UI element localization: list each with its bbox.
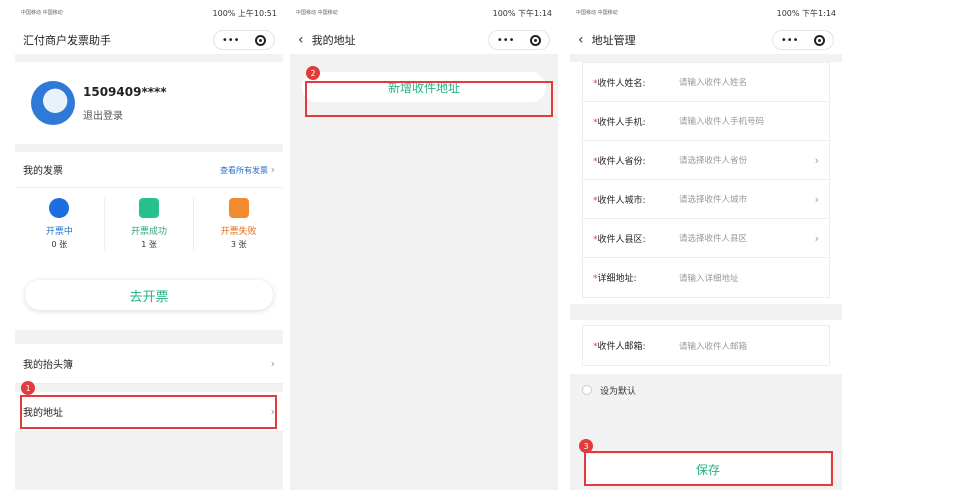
status-bar: 中国移动 中国移动 100% 上午10:51: [15, 0, 283, 26]
carrier-label: 中国移动 中国移动: [576, 10, 618, 16]
phone-screen-my-address: 中国移动 中国移动 100% 下午1:14 ‹ 我的地址 ••• 新增收件地址: [290, 0, 558, 490]
menu-item-label: 我的抬头簿: [23, 360, 73, 371]
mini-program-capsule[interactable]: •••: [772, 30, 834, 50]
clock: 上午10:51: [237, 8, 277, 18]
recipient-city-select[interactable]: *收件人城市: 请选择收件人城市 ›: [583, 180, 829, 219]
province-placeholder: 请选择收件人省份: [679, 156, 748, 166]
highlight-box-1: [20, 395, 277, 429]
document-icon: [228, 198, 249, 218]
set-default-toggle[interactable]: 设为默认: [570, 374, 842, 406]
back-arrow-icon[interactable]: ‹: [578, 32, 584, 48]
close-target-icon[interactable]: [530, 34, 542, 46]
more-icon[interactable]: •••: [497, 35, 515, 46]
more-icon[interactable]: •••: [781, 35, 799, 46]
highlight-box-3: [584, 451, 833, 486]
battery-level: 100%: [776, 8, 800, 18]
stat-label: 开票失败: [220, 227, 257, 237]
invoice-action-area: 去开票: [15, 260, 283, 330]
clock-icon: [49, 198, 70, 218]
chevron-right-icon: ›: [814, 231, 819, 245]
email-form: *收件人邮箱: 请输入收件人邮箱: [582, 325, 830, 366]
view-all-invoices-link[interactable]: 查看所有发票 ›: [220, 163, 275, 176]
receipt-icon: [139, 198, 159, 218]
page-title: 汇付商户发票助手: [23, 34, 111, 47]
battery-level: 100%: [492, 8, 516, 18]
stat-failed[interactable]: 开票失败 3 张: [194, 198, 283, 250]
page-title: 我的地址: [311, 34, 356, 47]
invoices-header: 我的发票 查看所有发票 ›: [15, 152, 283, 188]
status-bar: 中国移动 中国移动 100% 下午1:14: [570, 0, 842, 26]
recipient-name-field[interactable]: *收件人姓名: 请输入收件人姓名: [583, 63, 829, 102]
invoice-stats: 开票中 0 张 开票成功 1 张 开票失败 3 张: [15, 188, 283, 260]
stat-label: 开票成功: [131, 227, 168, 237]
avatar: [31, 81, 75, 125]
chevron-right-icon: ›: [270, 357, 275, 370]
invoices-title: 我的发票: [23, 166, 63, 177]
close-target-icon[interactable]: [814, 34, 826, 46]
recipient-email-field[interactable]: *收件人邮箱: 请输入收件人邮箱: [583, 326, 829, 365]
page-title: 地址管理: [591, 34, 636, 47]
city-placeholder: 请选择收件人城市: [679, 195, 748, 205]
close-target-icon[interactable]: [255, 34, 267, 46]
user-name: 1509409****: [83, 84, 167, 99]
menu-item-title-book[interactable]: 我的抬头簿 ›: [15, 344, 283, 384]
go-invoice-button[interactable]: 去开票: [25, 280, 273, 310]
step-badge-1: 1: [21, 381, 35, 395]
recipient-district-select[interactable]: *收件人县区: 请选择收件人县区 ›: [583, 219, 829, 258]
recipient-email-input[interactable]: 请输入收件人邮箱: [679, 340, 819, 352]
step-badge-3: 3: [579, 439, 593, 453]
recipient-name-input[interactable]: 请输入收件人姓名: [679, 76, 819, 88]
radio-icon[interactable]: [582, 385, 592, 395]
address-form: *收件人姓名: 请输入收件人姓名 *收件人手机: 请输入收件人手机号码 *收件人…: [582, 62, 830, 298]
status-bar: 中国移动 中国移动 100% 下午1:14: [290, 0, 558, 26]
carrier-label: 中国移动 中国移动: [21, 10, 63, 16]
stat-count: 0 张: [51, 240, 68, 249]
stat-count: 1 张: [141, 240, 157, 249]
stat-success[interactable]: 开票成功 1 张: [105, 198, 195, 250]
detail-address-input[interactable]: 请输入详细地址: [679, 272, 819, 284]
more-icon[interactable]: •••: [222, 35, 240, 46]
recipient-phone-input[interactable]: 请输入收件人手机号码: [679, 115, 819, 127]
carrier-label: 中国移动 中国移动: [296, 10, 338, 16]
step-badge-2: 2: [306, 66, 320, 80]
highlight-box-2: [305, 81, 553, 117]
chevron-right-icon: ›: [814, 153, 819, 167]
set-default-label: 设为默认: [600, 386, 637, 397]
recipient-phone-field[interactable]: *收件人手机: 请输入收件人手机号码: [583, 102, 829, 141]
district-placeholder: 请选择收件人县区: [679, 234, 748, 244]
stat-in-progress[interactable]: 开票中 0 张: [15, 198, 105, 250]
recipient-province-select[interactable]: *收件人省份: 请选择收件人省份 ›: [583, 141, 829, 180]
stat-label: 开票中: [45, 227, 73, 237]
stat-count: 3 张: [230, 240, 247, 249]
nav-bar: ‹ 我的地址 •••: [290, 26, 558, 54]
clock: 下午1:14: [802, 8, 836, 18]
chevron-right-icon: ›: [270, 163, 275, 176]
chevron-right-icon: ›: [814, 192, 819, 206]
mini-program-capsule[interactable]: •••: [213, 30, 275, 50]
battery-level: 100%: [212, 8, 236, 18]
back-arrow-icon[interactable]: ‹: [298, 32, 304, 48]
mini-program-capsule[interactable]: •••: [488, 30, 550, 50]
detail-address-field[interactable]: *详细地址: 请输入详细地址: [583, 258, 829, 297]
phone-screen-address-manage: 中国移动 中国移动 100% 下午1:14 ‹ 地址管理 ••• *收件人姓名:…: [570, 0, 842, 490]
nav-bar: ‹ 地址管理 •••: [570, 26, 842, 54]
logout-link[interactable]: 退出登录: [83, 107, 167, 122]
user-card: 1509409**** 退出登录: [15, 62, 283, 144]
nav-bar: 汇付商户发票助手 •••: [15, 26, 283, 54]
clock: 下午1:14: [518, 8, 552, 18]
